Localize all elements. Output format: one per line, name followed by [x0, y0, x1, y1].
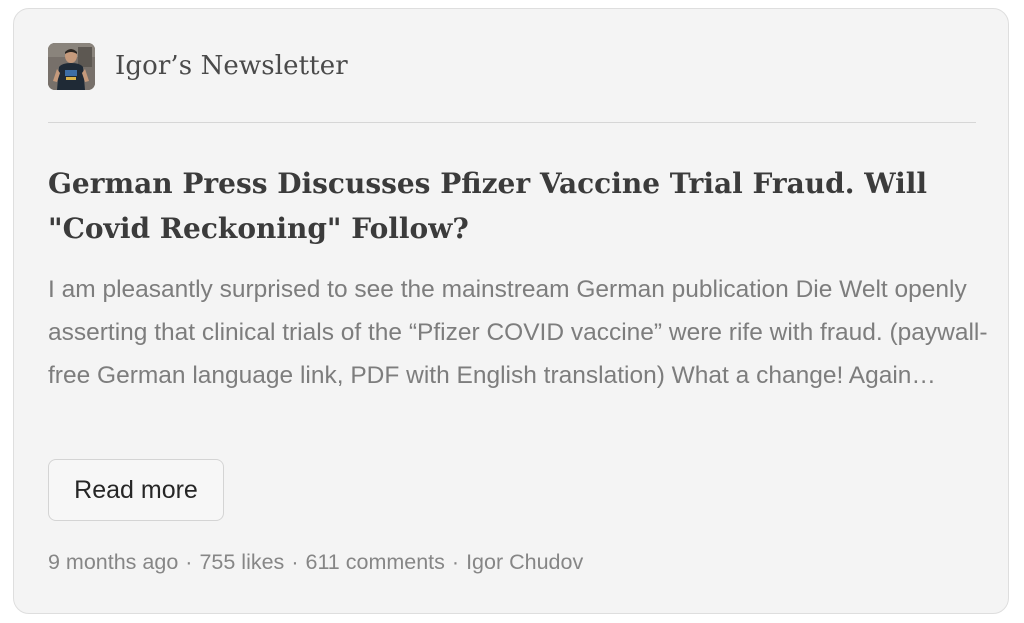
publication-name[interactable]: Igor’s Newsletter: [115, 51, 348, 81]
post-time-ago: 9 months ago: [48, 550, 179, 574]
avatar-photo-icon: [48, 42, 95, 90]
post-excerpt: I am pleasantly surprised to see the mai…: [48, 276, 988, 389]
post-meta: 9 months ago · 755 likes · 611 comments · Igor…: [48, 550, 583, 575]
publication-avatar[interactable]: [48, 42, 95, 90]
post-likes-count[interactable]: 755 likes: [199, 550, 284, 574]
publication-header[interactable]: Igor’s Newsletter: [48, 42, 348, 90]
meta-separator: ·: [185, 550, 193, 574]
read-more-button[interactable]: Read more: [48, 459, 224, 521]
header-divider: [48, 122, 976, 123]
post-author[interactable]: Igor Chudov: [466, 550, 583, 574]
meta-separator: ·: [291, 550, 299, 574]
post-title[interactable]: German Press Discusses Pfizer Vaccine Tr…: [48, 161, 978, 251]
post-comments-count[interactable]: 611 comments: [305, 550, 444, 574]
post-card[interactable]: Igor’s Newsletter German Press Discusses…: [13, 8, 1009, 614]
meta-separator: ·: [451, 550, 460, 574]
